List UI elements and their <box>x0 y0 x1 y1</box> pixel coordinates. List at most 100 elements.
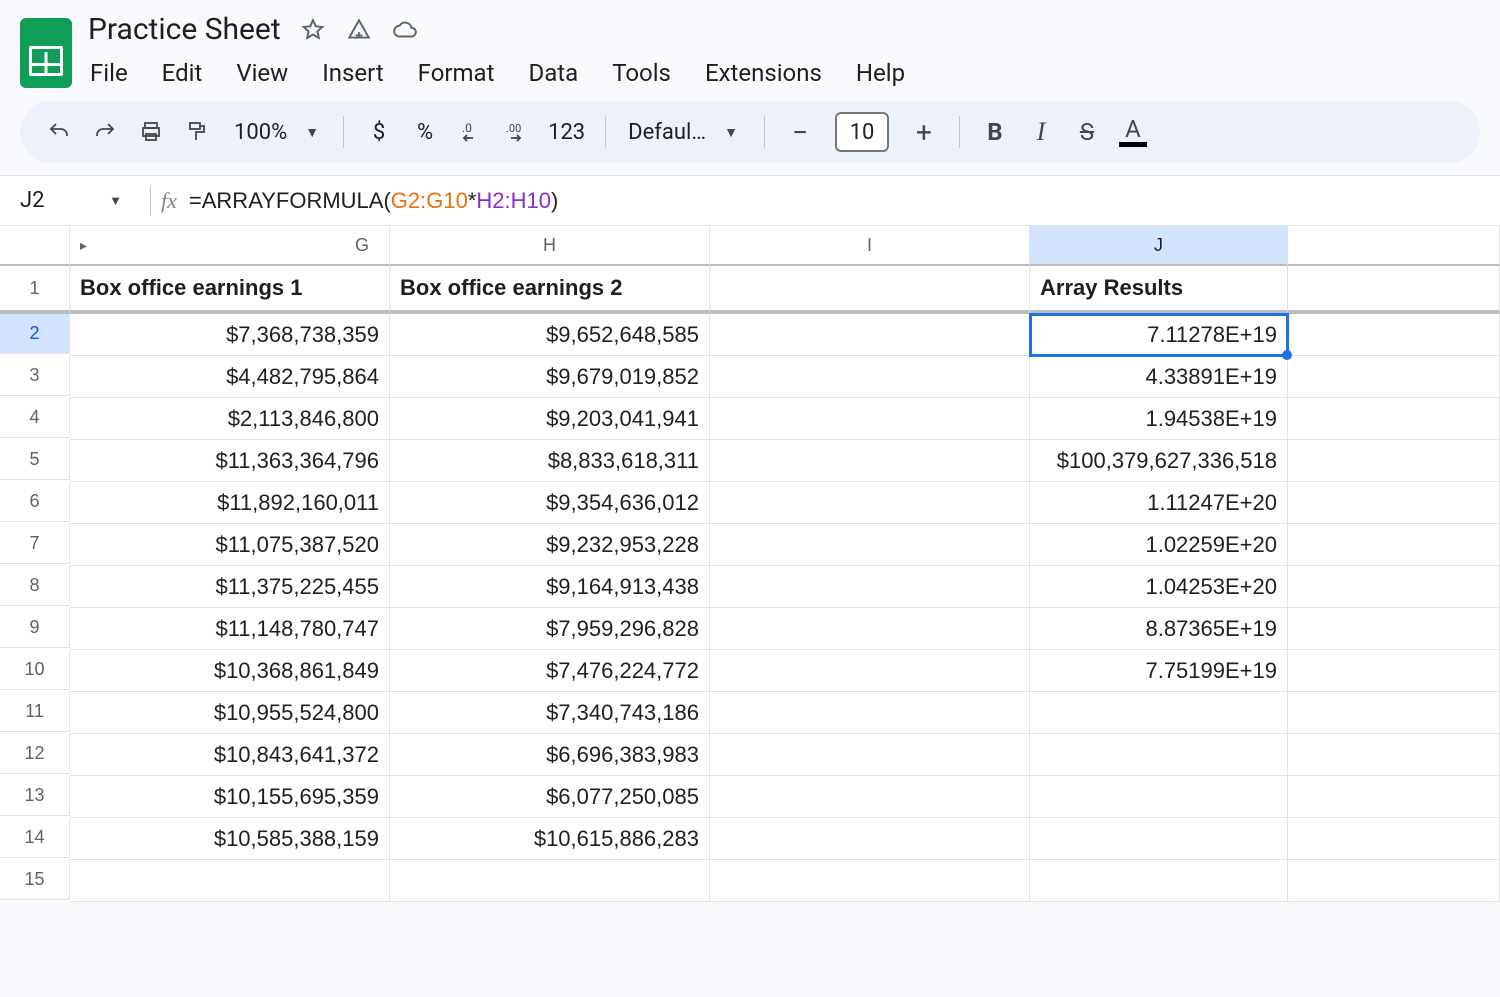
zoom-select[interactable]: 100% ▼ <box>222 120 329 145</box>
cell-extra[interactable] <box>1288 266 1500 314</box>
cell-extra[interactable] <box>1288 818 1500 860</box>
strikethrough-button[interactable]: S <box>1066 111 1108 153</box>
cell-I9[interactable] <box>710 608 1030 650</box>
name-box[interactable]: J2 ▼ <box>0 182 140 219</box>
cell-J10[interactable]: 7.75199E+19 <box>1030 650 1288 692</box>
cell-extra[interactable] <box>1288 860 1500 902</box>
cell-G10[interactable]: $10,368,861,849 <box>70 650 390 692</box>
cloud-status-icon[interactable] <box>391 16 419 44</box>
cell-H8[interactable]: $9,164,913,438 <box>390 566 710 608</box>
more-formats-button[interactable]: 123 <box>542 111 591 153</box>
menu-help[interactable]: Help <box>856 59 905 87</box>
cell-G11[interactable]: $10,955,524,800 <box>70 692 390 734</box>
cell-J15[interactable] <box>1030 860 1288 902</box>
document-title[interactable]: Practice Sheet <box>88 12 281 47</box>
cell-extra[interactable] <box>1288 734 1500 776</box>
move-icon[interactable] <box>345 16 373 44</box>
row-header[interactable]: 6 <box>0 482 70 522</box>
row-header[interactable]: 5 <box>0 440 70 480</box>
menu-edit[interactable]: Edit <box>162 59 203 87</box>
cell-extra[interactable] <box>1288 356 1500 398</box>
cell-J9[interactable]: 8.87365E+19 <box>1030 608 1288 650</box>
cell-extra[interactable] <box>1288 692 1500 734</box>
cell-I3[interactable] <box>710 356 1030 398</box>
cell-G4[interactable]: $2,113,846,800 <box>70 398 390 440</box>
cell-extra[interactable] <box>1288 482 1500 524</box>
cell-G13[interactable]: $10,155,695,359 <box>70 776 390 818</box>
cell-H7[interactable]: $9,232,953,228 <box>390 524 710 566</box>
cell-G12[interactable]: $10,843,641,372 <box>70 734 390 776</box>
row-header[interactable]: 2 <box>0 314 70 354</box>
cell-extra[interactable] <box>1288 650 1500 692</box>
expand-columns-icon[interactable]: ▸ <box>70 237 355 254</box>
row-header[interactable]: 14 <box>0 818 70 858</box>
sheets-logo-icon[interactable] <box>20 18 72 88</box>
col-header-G[interactable]: ▸G <box>70 226 390 266</box>
star-icon[interactable] <box>299 16 327 44</box>
row-header[interactable]: 13 <box>0 776 70 816</box>
cell-J5[interactable]: $100,379,627,336,518 <box>1030 440 1288 482</box>
cell-J1[interactable]: Array Results <box>1030 266 1288 314</box>
menu-file[interactable]: File <box>90 59 128 87</box>
row-header[interactable]: 12 <box>0 734 70 774</box>
cell-I4[interactable] <box>710 398 1030 440</box>
row-header[interactable]: 9 <box>0 608 70 648</box>
cell-J8[interactable]: 1.04253E+20 <box>1030 566 1288 608</box>
formula-bar[interactable]: =ARRAYFORMULA(G2:G10*H2:H10) <box>189 188 558 214</box>
row-header[interactable]: 4 <box>0 398 70 438</box>
cell-H12[interactable]: $6,696,383,983 <box>390 734 710 776</box>
cell-I1[interactable] <box>710 266 1030 314</box>
cell-extra[interactable] <box>1288 524 1500 566</box>
cell-I8[interactable] <box>710 566 1030 608</box>
undo-button[interactable] <box>38 111 80 153</box>
menu-extensions[interactable]: Extensions <box>705 59 822 87</box>
cell-H14[interactable]: $10,615,886,283 <box>390 818 710 860</box>
cell-G9[interactable]: $11,148,780,747 <box>70 608 390 650</box>
cell-J14[interactable] <box>1030 818 1288 860</box>
cell-extra[interactable] <box>1288 776 1500 818</box>
col-header-H[interactable]: H <box>390 226 710 266</box>
cell-G15[interactable] <box>70 860 390 902</box>
menu-tools[interactable]: Tools <box>612 59 671 87</box>
cell-H11[interactable]: $7,340,743,186 <box>390 692 710 734</box>
cell-J11[interactable] <box>1030 692 1288 734</box>
font-size-input[interactable]: 10 <box>835 112 889 152</box>
cell-G6[interactable]: $11,892,160,011 <box>70 482 390 524</box>
col-header-extra[interactable] <box>1288 226 1500 266</box>
cell-H1[interactable]: Box office earnings 2 <box>390 266 710 314</box>
format-percent-button[interactable]: % <box>404 111 446 153</box>
cell-G5[interactable]: $11,363,364,796 <box>70 440 390 482</box>
menu-insert[interactable]: Insert <box>322 59 383 87</box>
row-header[interactable]: 10 <box>0 650 70 690</box>
italic-button[interactable]: I <box>1020 111 1062 153</box>
cell-I2[interactable] <box>710 314 1030 356</box>
cell-I5[interactable] <box>710 440 1030 482</box>
cell-G3[interactable]: $4,482,795,864 <box>70 356 390 398</box>
cell-J12[interactable] <box>1030 734 1288 776</box>
redo-button[interactable] <box>84 111 126 153</box>
cell-I12[interactable] <box>710 734 1030 776</box>
cell-I6[interactable] <box>710 482 1030 524</box>
cell-G14[interactable]: $10,585,388,159 <box>70 818 390 860</box>
increase-decimals-button[interactable]: .00 <box>496 111 538 153</box>
cell-J2[interactable]: 7.11278E+19 <box>1030 314 1288 356</box>
cell-H13[interactable]: $6,077,250,085 <box>390 776 710 818</box>
menu-format[interactable]: Format <box>418 59 495 87</box>
cell-H2[interactable]: $9,652,648,585 <box>390 314 710 356</box>
col-header-J[interactable]: J <box>1030 226 1288 266</box>
cell-extra[interactable] <box>1288 314 1500 356</box>
cell-H6[interactable]: $9,354,636,012 <box>390 482 710 524</box>
cell-I11[interactable] <box>710 692 1030 734</box>
cell-G8[interactable]: $11,375,225,455 <box>70 566 390 608</box>
cell-extra[interactable] <box>1288 440 1500 482</box>
row-header[interactable]: 15 <box>0 860 70 900</box>
cell-I15[interactable] <box>710 860 1030 902</box>
cell-J6[interactable]: 1.11247E+20 <box>1030 482 1288 524</box>
cell-extra[interactable] <box>1288 398 1500 440</box>
bold-button[interactable]: B <box>974 111 1016 153</box>
cell-I14[interactable] <box>710 818 1030 860</box>
row-header[interactable]: 7 <box>0 524 70 564</box>
cell-J3[interactable]: 4.33891E+19 <box>1030 356 1288 398</box>
row-header[interactable]: 11 <box>0 692 70 732</box>
cell-G1[interactable]: Box office earnings 1 <box>70 266 390 314</box>
